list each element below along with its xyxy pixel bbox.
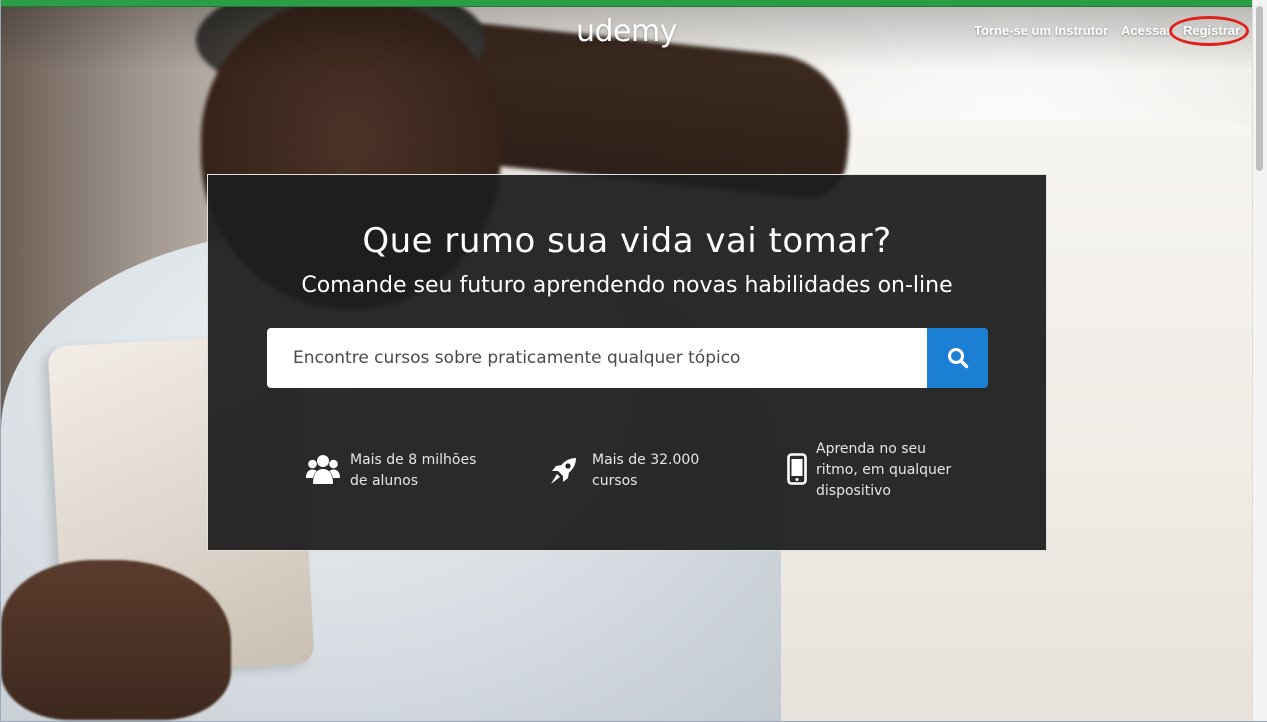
scrollbar-thumb[interactable] (1256, 6, 1263, 171)
hand-shape (1, 560, 231, 720)
feature-courses: Mais de 32.000 cursos (592, 450, 722, 492)
feature-any-device: Aprenda no seu ritmo, em qualquer dispos… (816, 439, 966, 502)
udemy-logo[interactable]: udemy (576, 14, 678, 49)
browser-viewport: udemy Torne-se um Instrutor Acessar Regi… (0, 0, 1267, 722)
feature-line: ritmo, em qualquer (816, 462, 952, 478)
hero-subtitle: Comande seu futuro aprendendo novas habi… (301, 273, 953, 298)
search-button[interactable] (927, 328, 988, 388)
register-link[interactable]: Registrar (1183, 23, 1240, 38)
login-link[interactable]: Acessar (1121, 23, 1172, 38)
hero-box: Que rumo sua vida vai tomar? Comande seu… (207, 174, 1047, 551)
feature-line: cursos (592, 473, 638, 489)
search-input[interactable] (267, 328, 927, 388)
feature-line: Mais de 8 milhões (350, 452, 477, 468)
top-green-strip (1, 0, 1267, 7)
feature-line: dispositivo (816, 483, 891, 499)
feature-line: Mais de 32.000 (592, 452, 700, 468)
vertical-scrollbar[interactable] (1252, 0, 1267, 721)
mobile-phone-icon (787, 453, 807, 485)
become-instructor-link[interactable]: Torne-se um Instrutor (974, 23, 1108, 38)
feature-line: de alunos (350, 473, 419, 489)
feature-line: Aprenda no seu (816, 441, 926, 457)
feature-students: Mais de 8 milhões de alunos (350, 450, 490, 492)
hero-title: Que rumo sua vida vai tomar? (362, 221, 892, 261)
search-icon (947, 348, 968, 369)
rocket-icon (551, 458, 576, 484)
users-icon (306, 455, 340, 484)
